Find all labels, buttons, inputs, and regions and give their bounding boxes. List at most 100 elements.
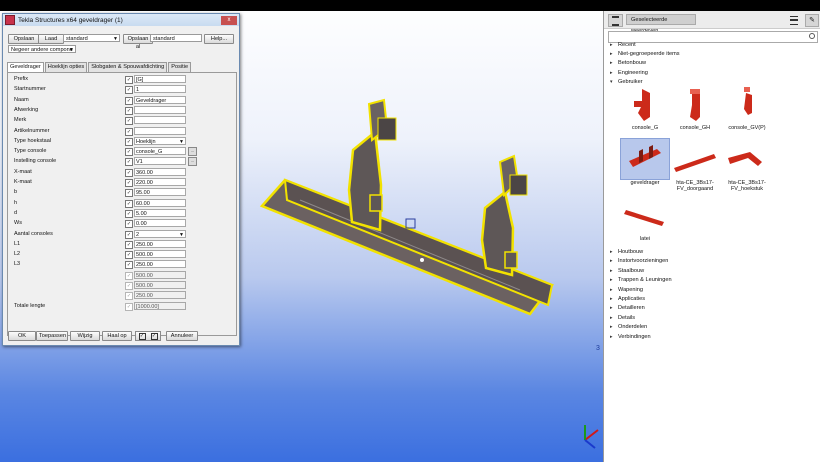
- parameter-checkbox[interactable]: ✓: [125, 302, 133, 311]
- browse-button[interactable]: ...: [188, 147, 197, 157]
- parameter-checkbox[interactable]: ✓: [125, 251, 133, 260]
- browse-button[interactable]: ...: [188, 157, 197, 167]
- toggle-checkboxes[interactable]: ✓ ✓: [135, 331, 161, 341]
- tree-item[interactable]: ▸ Wapening: [610, 286, 643, 295]
- parameter-input[interactable]: console_G: [134, 147, 186, 156]
- parameter-input[interactable]: V1: [134, 157, 186, 166]
- parameter-input[interactable]: 500.00: [134, 281, 186, 289]
- catalog-item[interactable]: hta-CE_3Bs17-FV_hoekstuk: [722, 138, 772, 192]
- parameter-checkbox[interactable]: ✓: [125, 189, 133, 198]
- console-left-foot[interactable]: [369, 194, 383, 212]
- tree-item[interactable]: ▸ Instortvoorzieningen: [610, 257, 668, 266]
- catalog-item[interactable]: latei: [620, 194, 670, 242]
- expand-arrow-icon[interactable]: ▸: [610, 257, 618, 266]
- close-button[interactable]: x: [221, 15, 237, 25]
- expand-arrow-icon[interactable]: ▸: [610, 286, 618, 295]
- tab-positie[interactable]: Positie: [168, 62, 192, 72]
- expand-arrow-icon[interactable]: ▾: [610, 78, 618, 87]
- parameter-input[interactable]: 60.00: [134, 198, 186, 207]
- tab-slobgaten[interactable]: Slobgaten & Spouwafdichting: [88, 62, 168, 72]
- parameter-checkbox[interactable]: ✓: [125, 220, 133, 229]
- parameter-checkbox[interactable]: ✓: [125, 199, 133, 208]
- menu-icon[interactable]: [790, 16, 798, 25]
- tree-item[interactable]: ▸ Staalbouw: [610, 267, 644, 276]
- tree-item[interactable]: ▸ Houtbouw: [610, 248, 643, 257]
- parameter-checkbox[interactable]: ✓: [125, 282, 133, 290]
- expand-arrow-icon[interactable]: ▸: [610, 333, 618, 342]
- tree-item[interactable]: ▸ Onderdelen: [610, 323, 647, 332]
- parameter-input[interactable]: 500.00: [134, 270, 186, 279]
- parameter-checkbox[interactable]: ✓: [125, 168, 133, 177]
- tree-item[interactable]: ▸ Details: [610, 314, 635, 323]
- modify-button[interactable]: Wijzig: [70, 331, 100, 341]
- tree-item[interactable]: ▸ Engineering: [610, 69, 648, 78]
- console-left-bracket[interactable]: [377, 117, 397, 141]
- geveldrager-dialog[interactable]: Tekla Structures x64 geveldrager (1) x O…: [2, 13, 240, 346]
- parameter-input[interactable]: Geveldrager: [134, 95, 186, 104]
- expand-arrow-icon[interactable]: ▸: [610, 41, 618, 50]
- parameter-checkbox[interactable]: ✓: [125, 292, 133, 301]
- save-as-input[interactable]: standard: [150, 34, 202, 42]
- tree-item[interactable]: ▸ Betonbouw: [610, 59, 646, 68]
- show-selected-button[interactable]: Geselecteerde weergeven: [626, 14, 696, 34]
- expand-arrow-icon[interactable]: ▸: [610, 59, 618, 68]
- component-filter-select[interactable]: Negeer andere compone ▼: [8, 45, 76, 53]
- parameter-checkbox[interactable]: ✓: [125, 158, 133, 167]
- expand-arrow-icon[interactable]: ▸: [610, 248, 618, 257]
- parameter-input[interactable]: 220.00: [134, 178, 186, 186]
- check-toggle-icon[interactable]: ✓: [150, 332, 158, 340]
- parameter-checkbox[interactable]: ✓: [125, 209, 133, 218]
- catalog-item[interactable]: console_G: [620, 83, 670, 131]
- check-toggle-icon[interactable]: ✓: [138, 332, 146, 340]
- tree-item[interactable]: ▸ Trappen & Leuningen: [610, 276, 672, 285]
- preset-select[interactable]: standard ▼: [63, 34, 120, 42]
- parameter-checkbox[interactable]: ✓: [125, 179, 133, 187]
- expand-arrow-icon[interactable]: ▸: [610, 276, 618, 285]
- apply-button[interactable]: Toepassen: [36, 331, 68, 341]
- catalog-item[interactable]: console_GV(P): [722, 83, 772, 131]
- console-left-plate[interactable]: [347, 129, 383, 232]
- catalog-item[interactable]: geveldrager: [620, 138, 670, 186]
- tree-item[interactable]: ▸ Verbindingen: [610, 333, 651, 342]
- get-button[interactable]: Haal op: [102, 331, 132, 341]
- parameter-checkbox[interactable]: ✓: [125, 117, 133, 126]
- parameter-checkbox[interactable]: ✓: [125, 96, 133, 105]
- search-input[interactable]: [608, 31, 818, 43]
- parameter-input[interactable]: 250.00: [134, 291, 186, 300]
- tree-item[interactable]: ▸ Applicaties: [610, 295, 645, 304]
- dialog-title-bar[interactable]: Tekla Structures x64 geveldrager (1) x: [3, 14, 239, 26]
- parameter-input[interactable]: [G]: [134, 75, 186, 83]
- parameter-input[interactable]: [134, 126, 186, 135]
- parameter-input[interactable]: 250.00: [134, 260, 186, 269]
- parameter-select[interactable]: 2 ▼: [134, 229, 186, 238]
- parameter-checkbox[interactable]: ✓: [125, 106, 133, 115]
- parameter-input[interactable]: [134, 105, 186, 114]
- parameter-checkbox[interactable]: ✓: [125, 86, 133, 95]
- parameter-checkbox[interactable]: ✓: [125, 148, 133, 157]
- parameter-select[interactable]: Hoeklijn ▼: [134, 136, 186, 145]
- save-as-button[interactable]: Opslaan al: [123, 34, 153, 50]
- console-right-foot[interactable]: [504, 251, 518, 269]
- expand-arrow-icon[interactable]: ▸: [610, 323, 618, 332]
- parameter-input[interactable]: 500.00: [134, 250, 186, 259]
- save-button[interactable]: Opslaan: [8, 34, 40, 44]
- component-symbol-icon[interactable]: [405, 218, 416, 229]
- parameter-checkbox[interactable]: ✓: [125, 230, 133, 239]
- expand-arrow-icon[interactable]: ▸: [610, 314, 618, 323]
- parameter-input[interactable]: 5.00: [134, 208, 186, 217]
- parameter-input[interactable]: 250.00: [134, 239, 186, 248]
- parameter-checkbox[interactable]: ✓: [125, 137, 133, 146]
- parameter-input[interactable]: 0.00: [134, 219, 186, 228]
- expand-arrow-icon[interactable]: ▸: [610, 304, 618, 313]
- parameter-input[interactable]: 95.00: [134, 188, 186, 197]
- catalog-item[interactable]: hta-CE_3Bs17-FV_doorgaand: [670, 138, 720, 192]
- console-right-bracket[interactable]: [509, 174, 528, 196]
- expand-arrow-icon[interactable]: ▸: [610, 295, 618, 304]
- tab-hoeklijn-opties[interactable]: Hoeklijn opties: [44, 62, 88, 72]
- load-button[interactable]: Laad: [38, 34, 64, 44]
- tree-item[interactable]: ▸ Recent: [610, 41, 636, 50]
- catalog-grid-button[interactable]: [608, 14, 623, 27]
- cancel-button[interactable]: Annuleer: [166, 331, 198, 341]
- parameter-input[interactable]: 360.00: [134, 167, 186, 176]
- parameter-checkbox[interactable]: ✓: [125, 261, 133, 270]
